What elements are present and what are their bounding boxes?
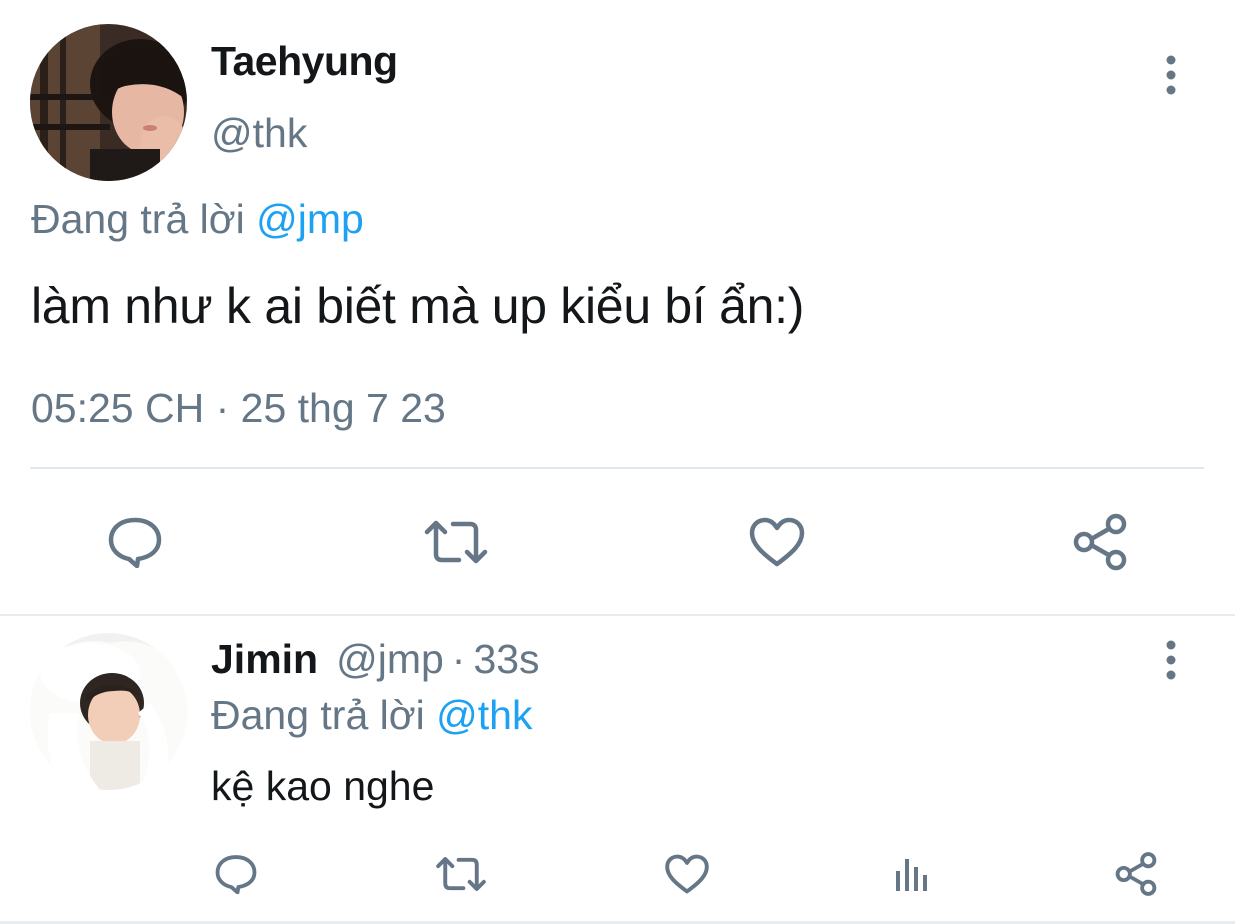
reply-time-ago[interactable]: 33s (473, 636, 539, 682)
analytics-button[interactable] (886, 850, 936, 898)
more-options-button[interactable] (1151, 45, 1191, 105)
author-handle[interactable]: @thk (211, 110, 307, 157)
share-icon (1073, 513, 1127, 571)
reply-header: Jimin @jmp · 33s (211, 636, 540, 683)
avatar-taehyung[interactable] (30, 24, 187, 181)
like-icon (749, 517, 805, 567)
more-vertical-icon (1166, 55, 1176, 95)
reply-icon (108, 517, 162, 568)
avatar-jimin[interactable] (30, 633, 187, 790)
share-button[interactable] (1066, 508, 1134, 576)
like-button[interactable] (660, 850, 714, 898)
tweet-text: làm như k ai biết mà up kiểu bí ẩn:) (31, 278, 805, 334)
divider (30, 467, 1204, 469)
tweet-thread: Taehyung @thk Đang trả lời @jmp làm như … (0, 0, 1235, 924)
replying-to-mention[interactable]: @jmp (256, 196, 364, 242)
like-icon (665, 854, 709, 894)
more-vertical-icon (1166, 640, 1176, 680)
more-options-button[interactable] (1151, 630, 1191, 690)
divider (0, 614, 1235, 616)
like-button[interactable] (744, 510, 810, 574)
share-button[interactable] (1110, 848, 1162, 900)
replying-to-prefix: Đang trả lời (31, 196, 245, 242)
replying-to-line: Đang trả lời @jmp (31, 196, 364, 243)
retweet-button[interactable] (432, 850, 490, 898)
share-icon (1115, 852, 1157, 896)
reply-button[interactable] (100, 510, 170, 574)
replying-to-line: Đang trả lời @thk (211, 692, 532, 739)
retweet-icon (436, 857, 486, 891)
analytics-icon (896, 859, 927, 891)
replying-to-mention[interactable]: @thk (436, 692, 532, 738)
retweet-button[interactable] (420, 510, 492, 574)
reply-icon (215, 855, 257, 894)
replying-to-prefix: Đang trả lời (211, 692, 425, 738)
avatar-image (30, 633, 187, 790)
reply-tweet-text: kệ kao nghe (211, 763, 435, 809)
reply-author-name[interactable]: Jimin (211, 636, 318, 682)
retweet-icon (424, 520, 488, 564)
tweet-timestamp[interactable]: 05:25 CH · 25 thg 7 23 (31, 385, 446, 432)
separator-dot: · (451, 636, 466, 682)
author-name[interactable]: Taehyung (211, 38, 398, 85)
avatar-image (30, 24, 187, 181)
reply-author-handle[interactable]: @jmp (336, 636, 444, 682)
reply-button[interactable] (210, 850, 262, 898)
